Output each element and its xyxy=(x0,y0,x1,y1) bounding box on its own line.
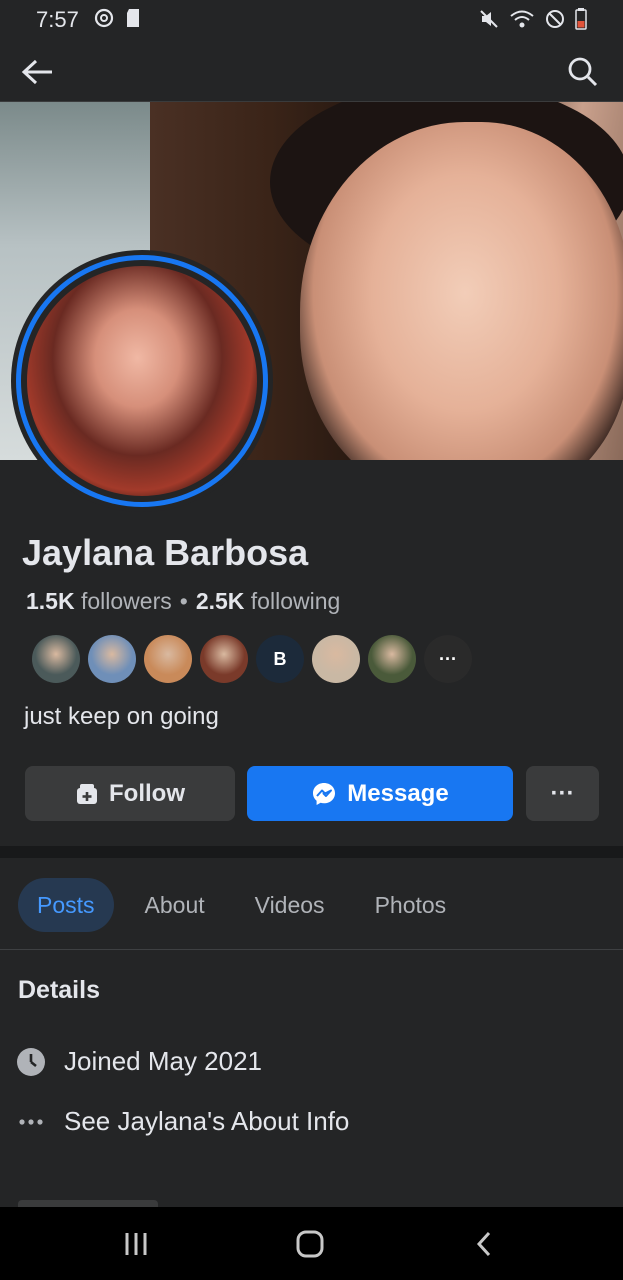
joined-text: Joined May 2021 xyxy=(64,1046,263,1076)
status-left-icons xyxy=(93,7,141,34)
tabs-divider xyxy=(0,949,623,950)
about-info-row[interactable]: See Jaylana's About Info xyxy=(16,1106,349,1137)
recent-apps-button[interactable] xyxy=(116,1227,156,1261)
mutual-friend-avatar[interactable]: ··· xyxy=(424,635,472,683)
mutual-friend-avatar[interactable] xyxy=(200,635,248,683)
system-back-button[interactable] xyxy=(464,1227,504,1261)
battery-low-icon xyxy=(575,8,587,35)
joined-row: Joined May 2021 xyxy=(16,1046,262,1077)
details-title: Details xyxy=(18,976,100,1004)
mutual-friends[interactable]: B ··· xyxy=(32,635,472,683)
clock-icon xyxy=(16,1047,46,1077)
followers-count: 1.5K xyxy=(26,588,75,614)
tab-about[interactable]: About xyxy=(126,878,224,932)
status-right-icons xyxy=(479,8,587,35)
message-button[interactable]: Message xyxy=(247,766,513,821)
follow-button[interactable]: Follow xyxy=(25,766,235,821)
tab-photos[interactable]: Photos xyxy=(356,878,466,932)
mutual-friend-avatar[interactable] xyxy=(32,635,80,683)
action-row: Follow Message ··· xyxy=(25,766,599,821)
at-sign-icon xyxy=(93,7,115,34)
search-icon xyxy=(568,57,598,87)
tab-posts[interactable]: Posts xyxy=(18,878,114,932)
followers-link[interactable]: 1.5K followers xyxy=(26,588,172,615)
home-icon xyxy=(296,1230,324,1258)
profile-tabs: Posts About Videos Photos xyxy=(18,878,477,932)
status-time: 7:57 xyxy=(36,7,79,32)
messenger-icon xyxy=(313,782,336,805)
back-button[interactable] xyxy=(18,52,58,92)
profile-name: Jaylana Barbosa xyxy=(22,532,309,573)
top-nav xyxy=(0,40,623,102)
more-icon: ··· xyxy=(550,779,575,807)
avatar-image xyxy=(27,266,257,496)
tab-videos[interactable]: Videos xyxy=(236,878,344,932)
more-options-button[interactable]: ··· xyxy=(526,766,599,821)
system-nav-bar xyxy=(0,1207,623,1280)
wifi-icon xyxy=(509,9,535,34)
mutual-friend-avatar[interactable] xyxy=(144,635,192,683)
add-friend-icon xyxy=(77,783,97,804)
do-not-disturb-icon xyxy=(545,9,565,34)
home-button[interactable] xyxy=(290,1227,330,1261)
profile-bio: just keep on going xyxy=(24,703,219,730)
profile-avatar[interactable] xyxy=(16,255,268,507)
stats-separator: • xyxy=(179,588,188,614)
about-info-link[interactable]: See Jaylana's About Info xyxy=(64,1106,349,1137)
sd-card-icon xyxy=(125,8,141,33)
back-arrow-icon xyxy=(21,59,52,85)
followers-label: followers xyxy=(80,588,172,614)
chevron-left-icon xyxy=(476,1231,491,1257)
message-label: Message xyxy=(347,779,449,807)
mutual-friend-avatar[interactable]: B xyxy=(256,635,304,683)
follow-label: Follow xyxy=(109,779,185,807)
section-separator xyxy=(0,846,623,858)
ellipsis-icon xyxy=(16,1107,46,1137)
mutual-friend-avatar[interactable] xyxy=(368,635,416,683)
mutual-friend-avatar[interactable] xyxy=(88,635,136,683)
status-bar: 7:57 xyxy=(0,0,623,40)
following-count: 2.5K xyxy=(195,588,245,614)
recent-apps-icon xyxy=(125,1233,147,1255)
following-link[interactable]: 2.5K following xyxy=(196,588,340,615)
mute-icon xyxy=(479,9,499,34)
mutual-friend-avatar[interactable] xyxy=(312,635,360,683)
search-button[interactable] xyxy=(563,52,603,92)
follow-stats: 1.5K followers • 2.5K following xyxy=(26,588,340,615)
following-label: following xyxy=(250,588,341,614)
